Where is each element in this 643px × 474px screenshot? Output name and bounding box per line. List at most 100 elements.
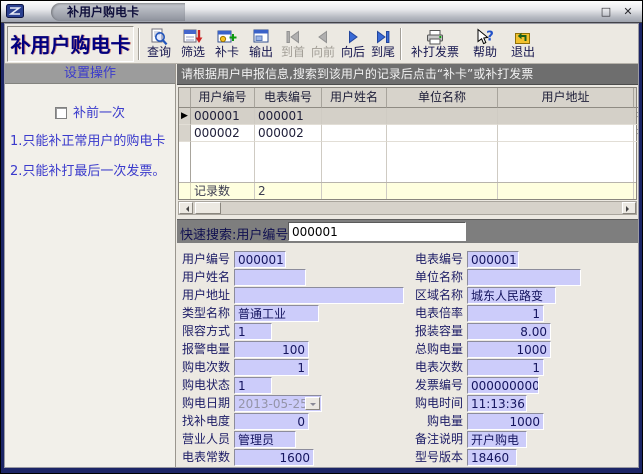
reissue-card-label: 补卡 bbox=[215, 46, 239, 59]
total-energy-label: 总购电量 bbox=[405, 341, 463, 357]
detail-form: 用户编号 000001 电表编号 000001 用户姓名 单位名称 用户地址 区… bbox=[177, 243, 638, 467]
scrollbar-thumb[interactable] bbox=[195, 202, 221, 214]
quick-search-input[interactable] bbox=[288, 222, 466, 241]
reprint-invoice-button[interactable]: 补打发票 bbox=[404, 25, 466, 63]
toolbar: 补用户购电卡 查询 筛选 bbox=[5, 24, 638, 64]
reprint-invoice-label: 补打发票 bbox=[411, 46, 459, 59]
footer-marker bbox=[179, 183, 191, 199]
help-cursor-icon: ? bbox=[475, 28, 495, 46]
meter-id-field[interactable]: 000001 bbox=[467, 251, 519, 268]
user-address-field[interactable] bbox=[234, 287, 404, 304]
maximize-button[interactable]: □ bbox=[598, 4, 614, 19]
col-meter-id[interactable]: 电表编号 bbox=[255, 88, 322, 108]
empty-cell bbox=[255, 142, 322, 182]
first-record-icon bbox=[283, 28, 303, 46]
exit-icon bbox=[513, 28, 533, 46]
empty-cell bbox=[191, 142, 255, 182]
cell-meter-id[interactable]: 000002 bbox=[255, 125, 322, 142]
footer-cell bbox=[387, 183, 498, 199]
sidebar-note-2: 2.只能补打最后一次发票。 bbox=[10, 160, 173, 179]
col-user-address[interactable]: 用户地址 bbox=[498, 88, 634, 108]
cell-user-id[interactable]: 000001 bbox=[191, 108, 255, 125]
empty-cell bbox=[387, 142, 498, 182]
meter-id-label: 电表编号 bbox=[405, 251, 463, 267]
meter-count-label: 电表次数 bbox=[405, 359, 463, 375]
meter-count-field[interactable]: 1 bbox=[467, 359, 544, 376]
record-count-row: 记录数 2 bbox=[179, 182, 636, 199]
adjust-energy-field[interactable]: 0 bbox=[234, 413, 309, 430]
installed-capacity-field[interactable]: 8.00 bbox=[467, 323, 551, 340]
user-id-field[interactable]: 000001 bbox=[234, 251, 286, 268]
cell-user-id[interactable]: 000002 bbox=[191, 125, 255, 142]
col-user-id[interactable]: 用户编号 bbox=[191, 88, 255, 108]
meter-constant-field[interactable]: 1600 bbox=[234, 449, 314, 466]
cell-unit-name[interactable] bbox=[387, 125, 498, 142]
horizontal-scrollbar[interactable] bbox=[178, 201, 637, 215]
exit-button[interactable]: 退出 bbox=[504, 25, 542, 63]
scroll-right-arrow[interactable] bbox=[622, 202, 636, 214]
user-name-field[interactable] bbox=[234, 269, 306, 286]
purchase-time-label: 购电时间 bbox=[405, 395, 463, 411]
reissue-previous-checkbox[interactable]: 补前一次 bbox=[5, 102, 175, 121]
footer-cell bbox=[498, 183, 634, 199]
goto-last-button[interactable]: 到尾 bbox=[368, 25, 398, 63]
meter-ratio-field[interactable]: 1 bbox=[467, 305, 544, 322]
alarm-energy-field[interactable]: 100 bbox=[234, 341, 309, 358]
invoice-number-field[interactable]: 0000000001 bbox=[467, 377, 539, 394]
purchase-date-field[interactable]: 2013-05-25 bbox=[234, 395, 322, 412]
filter-button[interactable]: 筛选 bbox=[176, 25, 210, 63]
goto-first-label: 到首 bbox=[281, 46, 305, 59]
current-row-marker: ▶ bbox=[179, 108, 191, 125]
next-button[interactable]: 向后 bbox=[338, 25, 368, 63]
record-count-value: 2 bbox=[255, 183, 322, 199]
operator-field[interactable]: 管理员 bbox=[234, 431, 296, 448]
next-label: 向后 bbox=[341, 46, 365, 59]
table-row[interactable]: 000002 000002 打 bbox=[179, 125, 636, 142]
previous-record-icon bbox=[313, 28, 333, 46]
reissue-card-button[interactable]: 补卡 bbox=[210, 25, 244, 63]
checkbox-box[interactable] bbox=[55, 107, 67, 119]
footer-cell bbox=[322, 183, 387, 199]
close-button[interactable]: ✕ bbox=[620, 4, 636, 19]
cell-user-address[interactable] bbox=[498, 125, 634, 142]
purchase-energy-field[interactable]: 1000 bbox=[467, 413, 544, 430]
installed-capacity-label: 报装容量 bbox=[405, 323, 463, 339]
help-button[interactable]: ? 帮助 bbox=[466, 25, 504, 63]
cell-meter-id[interactable]: 000001 bbox=[255, 108, 322, 125]
col-user-name[interactable]: 用户姓名 bbox=[322, 88, 387, 108]
model-version-field[interactable]: 18460 bbox=[467, 449, 517, 466]
purchase-status-field[interactable]: 1 bbox=[234, 377, 272, 394]
purchase-time-field[interactable]: 11:13:36 bbox=[467, 395, 527, 412]
output-button[interactable]: 输出 bbox=[244, 25, 278, 63]
total-energy-field[interactable]: 1000 bbox=[467, 341, 551, 358]
cell-unit-name[interactable] bbox=[387, 108, 498, 125]
app-logo-icon bbox=[6, 4, 24, 18]
chevron-down-icon[interactable] bbox=[305, 397, 320, 410]
adjust-energy-label: 找补电度 bbox=[182, 413, 234, 429]
empty-cell bbox=[498, 142, 634, 182]
purchase-count-field[interactable]: 1 bbox=[234, 359, 309, 376]
region-name-field[interactable]: 城东人民路变 bbox=[467, 287, 556, 304]
remark-field[interactable]: 开户购电 bbox=[467, 431, 527, 448]
empty-marker bbox=[179, 142, 191, 182]
type-name-field[interactable]: 普通工业 bbox=[234, 305, 319, 322]
next-record-icon bbox=[343, 28, 363, 46]
query-button[interactable]: 查询 bbox=[142, 25, 176, 63]
cell-user-name[interactable] bbox=[322, 108, 387, 125]
capacity-limit-mode-field[interactable]: 1 bbox=[234, 323, 272, 340]
purchase-date-value: 2013-05-25 bbox=[238, 397, 308, 411]
table-row[interactable]: ▶ 000001 000001 打 bbox=[179, 108, 636, 125]
operator-label: 营业人员 bbox=[182, 431, 234, 447]
table-header-row: 用户编号 电表编号 用户姓名 单位名称 用户地址 bbox=[179, 88, 636, 108]
cell-user-name[interactable] bbox=[322, 125, 387, 142]
previous-label: 向前 bbox=[311, 46, 335, 59]
meter-ratio-label: 电表倍率 bbox=[405, 305, 463, 321]
cell-user-address[interactable] bbox=[498, 108, 634, 125]
col-unit-name[interactable]: 单位名称 bbox=[387, 88, 498, 108]
scroll-left-arrow[interactable] bbox=[179, 202, 193, 214]
checkbox-label: 补前一次 bbox=[73, 106, 125, 121]
sidebar: 设置操作 补前一次 1.只能补正常用户的购电卡 2.只能补打最后一次发票。 bbox=[5, 64, 176, 467]
unit-name-field[interactable] bbox=[467, 269, 581, 286]
title-bar[interactable]: 补用户购电卡 □ ✕ bbox=[1, 1, 642, 23]
records-table[interactable]: 用户编号 电表编号 用户姓名 单位名称 用户地址 ▶ 000001 000001… bbox=[178, 87, 637, 200]
